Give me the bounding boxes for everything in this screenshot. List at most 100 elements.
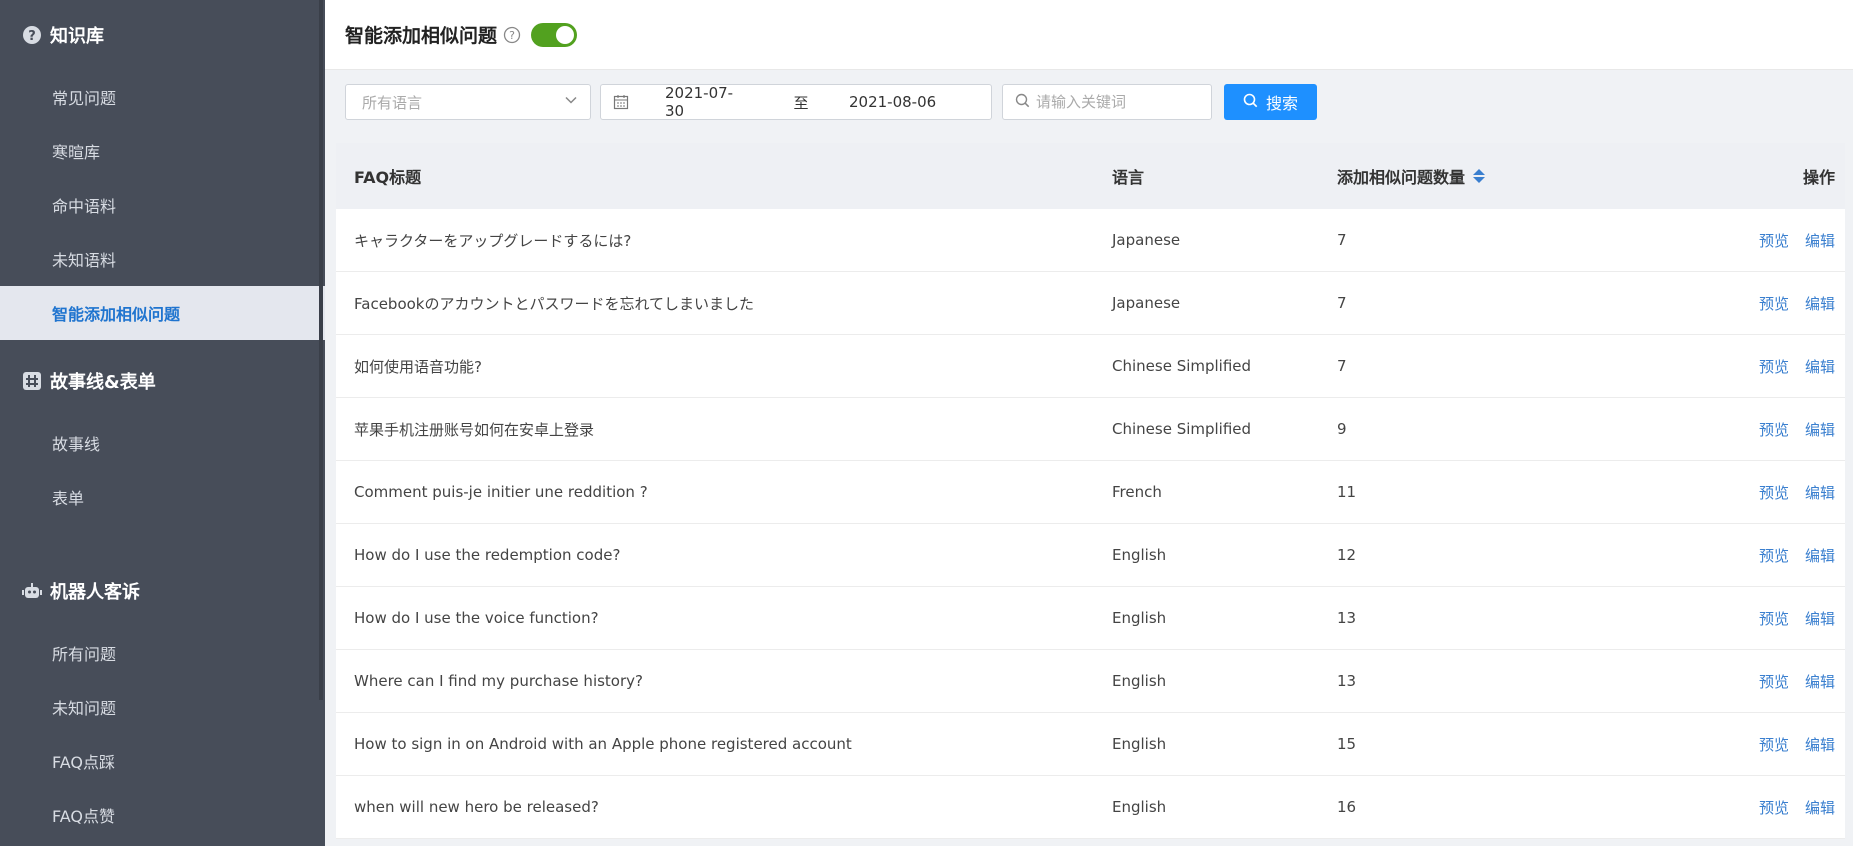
preview-link[interactable]: 预览 [1759,797,1789,818]
cell-ops: 预览 编辑 [1717,356,1845,377]
cell-title: 如何使用语音功能? [354,357,482,376]
sidebar-group-bot-complaints[interactable]: 机器人客诉 [0,556,325,626]
sidebar-scrollbar[interactable] [319,0,323,700]
edit-link[interactable]: 编辑 [1805,482,1835,503]
date-start[interactable]: 2021-07-30 [665,84,751,120]
smart-add-toggle[interactable] [531,22,578,47]
table-header: FAQ标题 语言 添加相似问题数量 操作 [336,143,1845,209]
cell-count: 7 [1337,357,1347,375]
date-separator: 至 [793,93,809,112]
table-body: キャラクターをアップグレードするには? Japanese 7 预览 编辑 Facebook… [336,209,1845,839]
col-header-title: FAQ标题 [354,168,422,187]
sidebar-item-faq[interactable]: 常见问题 [0,70,325,124]
search-icon [1243,93,1258,112]
sidebar: ? 知识库 常见问题 寒暄库 命中语料 未知语料 智能添加相似问题 故事线&表单… [0,0,325,846]
sidebar-group-knowledge-base[interactable]: ? 知识库 [0,0,325,70]
sidebar-group-label: 知识库 [50,26,104,47]
robot-icon [22,581,42,601]
sidebar-item-faq-likes[interactable]: FAQ点赞 [0,788,325,842]
edit-link[interactable]: 编辑 [1805,356,1835,377]
date-end[interactable]: 2021-08-06 [849,93,936,111]
preview-link[interactable]: 预览 [1759,356,1789,377]
cell-count: 11 [1337,483,1357,501]
sidebar-item-hit-corpus[interactable]: 命中语料 [0,178,325,232]
edit-link[interactable]: 编辑 [1805,671,1835,692]
table-row: 苹果手机注册账号如何在安卓上登录 Chinese Simplified 9 预览 编辑 [336,398,1845,461]
sidebar-group-label: 机器人客诉 [50,582,140,603]
col-header-count-label: 添加相似问题数量 [1337,168,1466,187]
cell-title: How do I use the redemption code? [354,546,621,564]
page-header: 智能添加相似问题 ? [325,0,1853,70]
edit-link[interactable]: 编辑 [1805,545,1835,566]
edit-link[interactable]: 编辑 [1805,293,1835,314]
language-select-placeholder: 所有语言 [362,93,423,112]
col-header-language: 语言 [1112,168,1145,187]
preview-link[interactable]: 预览 [1759,230,1789,251]
table-row: How do I use the voice function? English 1… [336,587,1845,650]
table-row: Comment puis-je initier une reddition ? F… [336,461,1845,524]
preview-link[interactable]: 预览 [1759,671,1789,692]
cell-language: Japanese [1112,231,1181,249]
date-range-picker[interactable]: 2021-07-30 至 2021-08-06 [600,84,992,120]
preview-link[interactable]: 预览 [1759,482,1789,503]
cell-title: キャラクターをアップグレードするには? [354,231,632,250]
cell-title: when will new hero be released? [354,798,599,816]
col-header-count[interactable]: 添加相似问题数量 [1337,164,1717,188]
keyword-search[interactable] [1002,84,1212,120]
sidebar-item-storyline[interactable]: 故事线 [0,416,325,470]
page-title: 智能添加相似问题 [345,25,498,47]
cell-ops: 预览 编辑 [1717,608,1845,629]
cell-title: Comment puis-je initier une reddition ? [354,483,648,501]
edit-link[interactable]: 编辑 [1805,230,1835,251]
edit-link[interactable]: 编辑 [1805,797,1835,818]
cell-count: 7 [1337,294,1347,312]
sidebar-item-forms[interactable]: 表单 [0,470,325,524]
sidebar-item-small-talk[interactable]: 寒暄库 [0,124,325,178]
table-row: How to sign in on Android with an Apple … [336,713,1845,776]
cell-count: 12 [1337,546,1357,564]
filter-bar: 所有语言 2021-07-30 至 2021-08-06 搜索 [325,70,1853,134]
chevron-down-icon [564,93,578,111]
preview-link[interactable]: 预览 [1759,293,1789,314]
preview-link[interactable]: 预览 [1759,545,1789,566]
cell-ops: 预览 编辑 [1717,671,1845,692]
sidebar-group-storyline-forms[interactable]: 故事线&表单 [0,346,325,416]
sidebar-item-faq-dislikes[interactable]: FAQ点踩 [0,734,325,788]
cell-ops: 预览 编辑 [1717,482,1845,503]
cell-language: Chinese Simplified [1112,420,1252,438]
preview-link[interactable]: 预览 [1759,734,1789,755]
cell-language: Chinese Simplified [1112,357,1252,375]
cell-count: 16 [1337,798,1357,816]
sidebar-item-all-issues[interactable]: 所有问题 [0,626,325,680]
edit-link[interactable]: 编辑 [1805,608,1835,629]
cell-language: English [1112,798,1167,816]
edit-link[interactable]: 编辑 [1805,734,1835,755]
search-button[interactable]: 搜索 [1224,84,1317,120]
cell-ops: 预览 编辑 [1717,797,1845,818]
table-row: Facebookのアカウントとパスワードを忘れてしまいました Japanese 7 预… [336,272,1845,335]
cell-language: English [1112,609,1167,627]
language-select[interactable]: 所有语言 [345,84,591,120]
table-row: How do I use the redemption code? English… [336,524,1845,587]
search-icon [1015,93,1030,112]
sidebar-group-label: 故事线&表单 [50,372,156,393]
sidebar-item-unknown-issues[interactable]: 未知问题 [0,680,325,734]
help-circle-icon[interactable]: ? [503,26,521,44]
preview-link[interactable]: 预览 [1759,419,1789,440]
sidebar-item-unknown-corpus[interactable]: 未知语料 [0,232,325,286]
hash-grid-icon [22,371,42,391]
cell-language: English [1112,546,1167,564]
edit-link[interactable]: 编辑 [1805,419,1835,440]
cell-language: English [1112,672,1167,690]
table-row: Where can I find my purchase history? Eng… [336,650,1845,713]
sort-icon[interactable] [1473,169,1486,183]
cell-title: How to sign in on Android with an Apple … [354,735,852,753]
cell-language: Japanese [1112,294,1181,312]
cell-count: 13 [1337,672,1357,690]
cell-ops: 预览 编辑 [1717,734,1845,755]
faq-table: FAQ标题 语言 添加相似问题数量 操作 キャラクターをアップグレードするには?… [336,143,1845,839]
keyword-input[interactable] [1036,93,1206,111]
preview-link[interactable]: 预览 [1759,608,1789,629]
sidebar-item-smart-similar[interactable]: 智能添加相似问题 [0,286,325,340]
table-row: 如何使用语音功能? Chinese Simplified 7 预览 编辑 [336,335,1845,398]
